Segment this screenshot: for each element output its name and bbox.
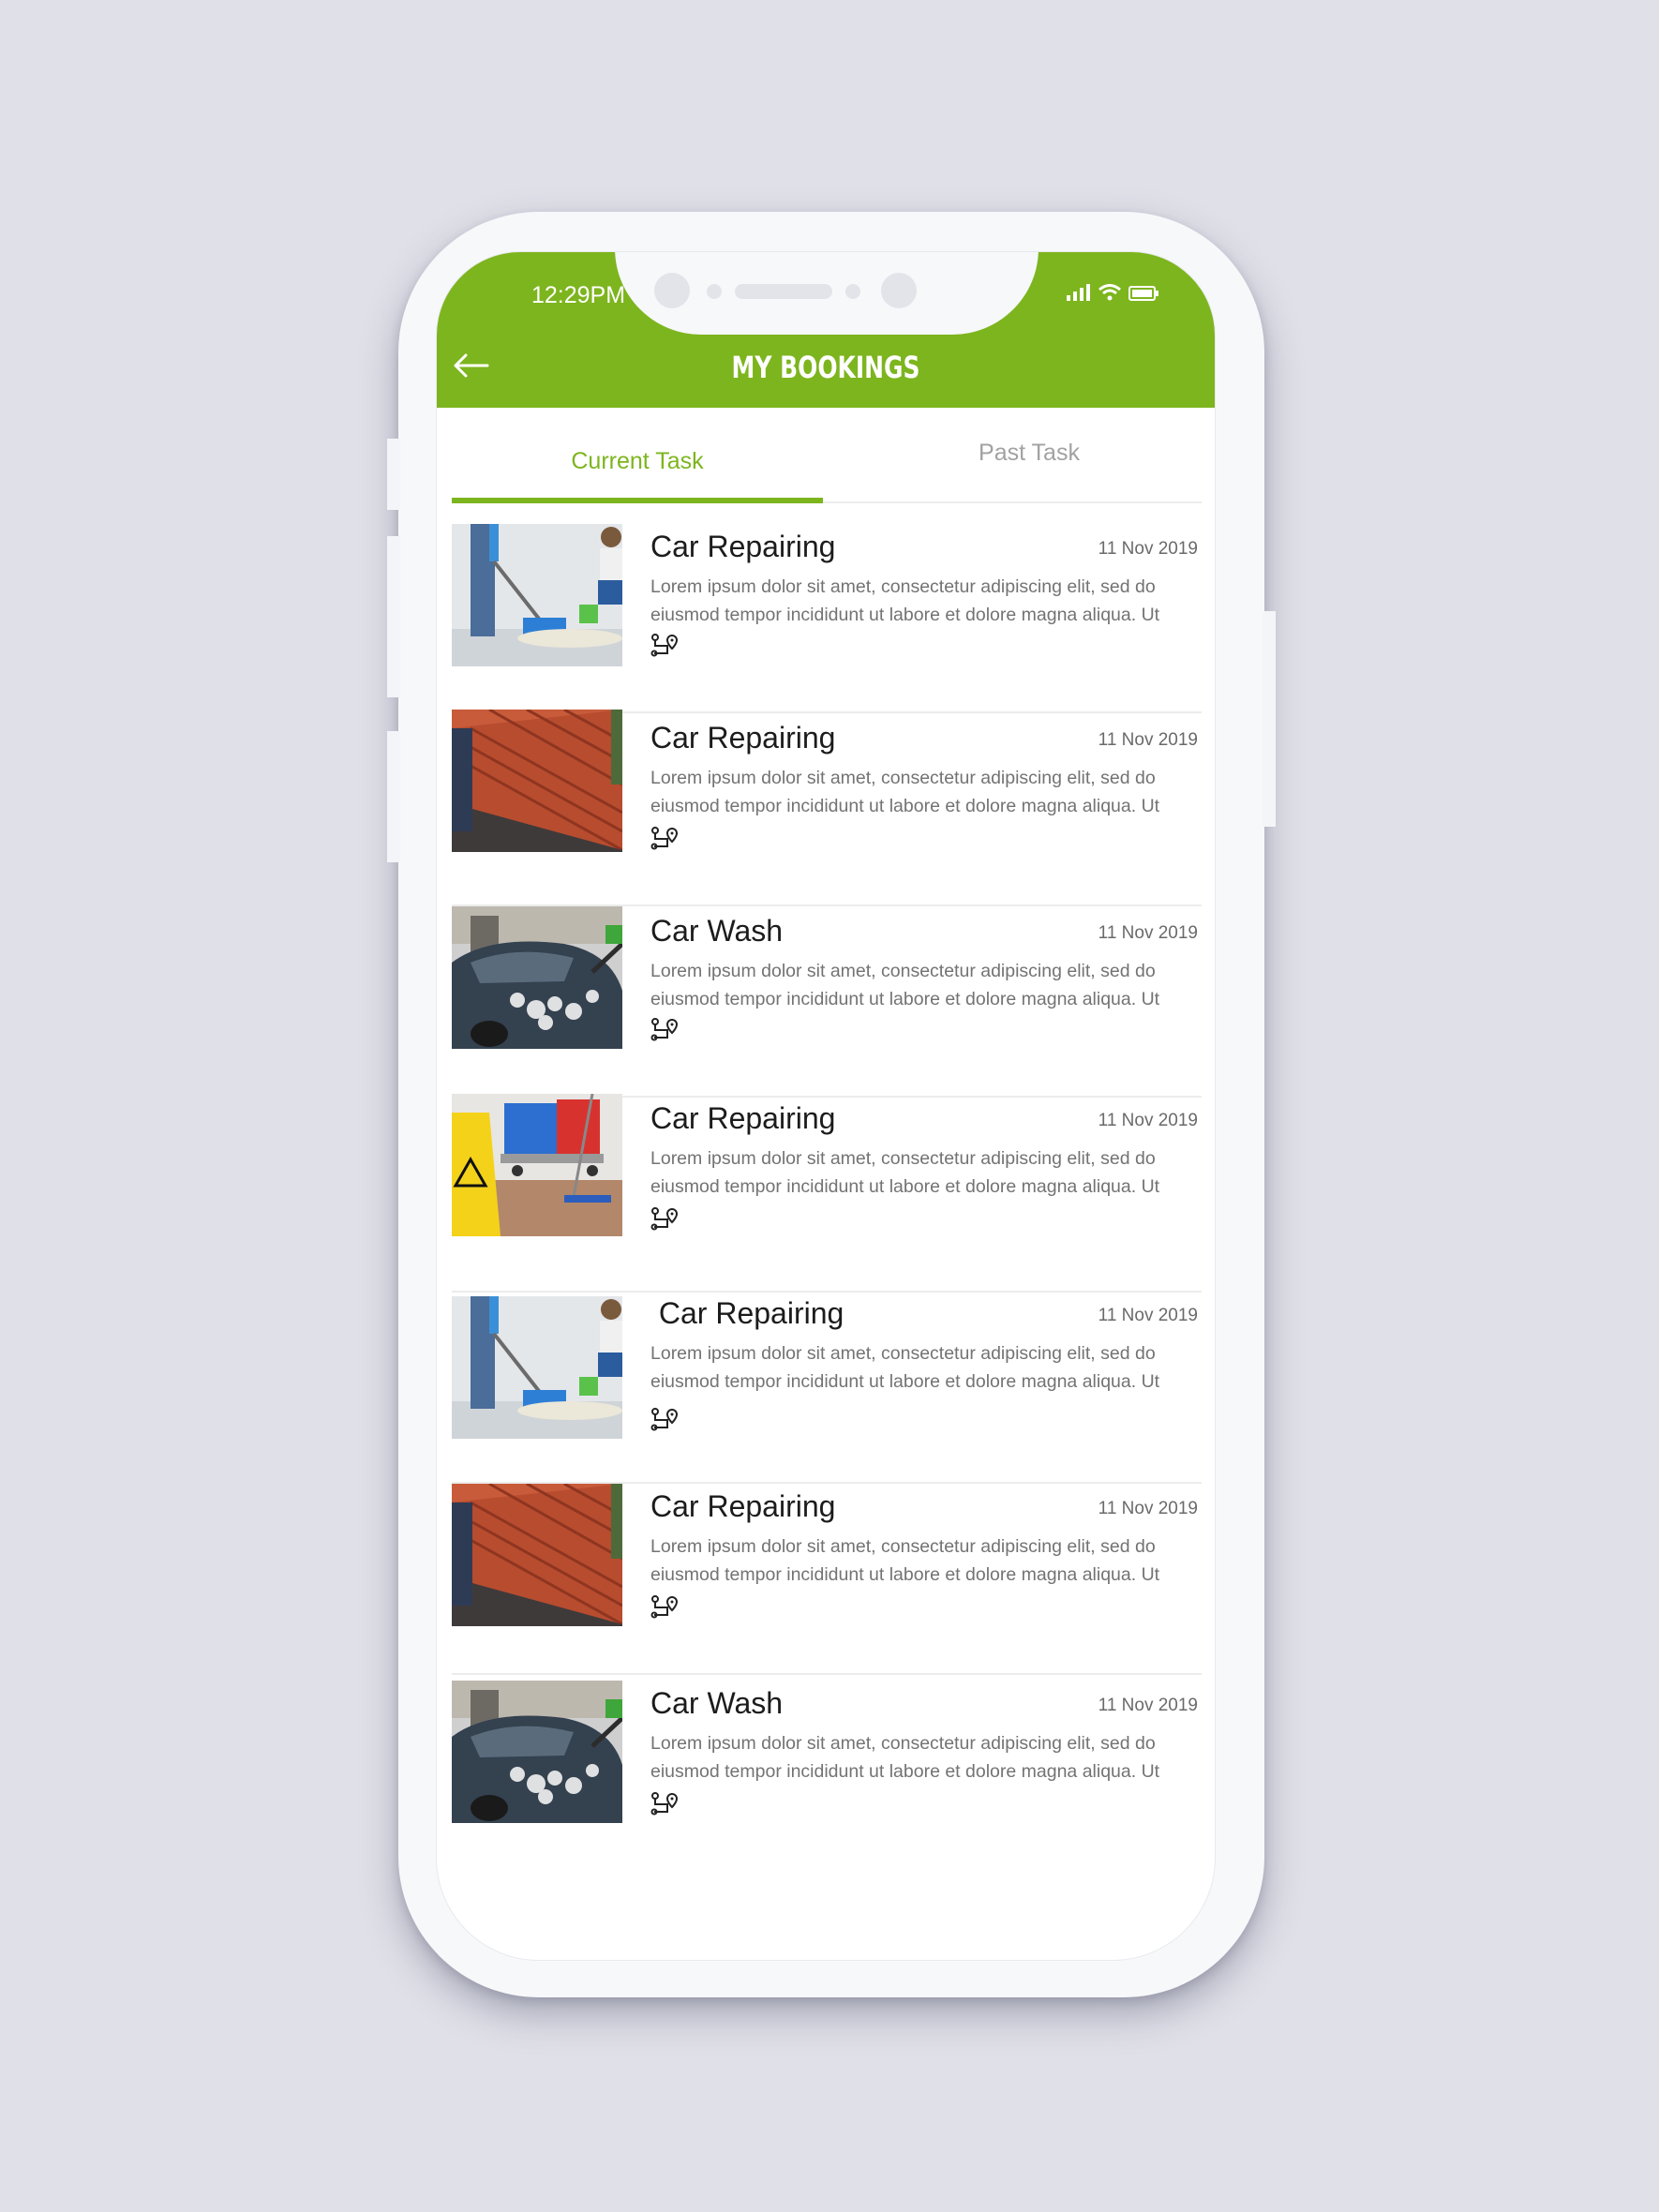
booking-thumbnail — [452, 710, 622, 852]
booking-title: Car Wash — [650, 914, 784, 948]
active-tab-indicator — [452, 498, 823, 503]
route-location-icon[interactable] — [650, 1206, 679, 1233]
description-line-1: Lorem ipsum dolor sit amet, consectetur … — [650, 961, 1156, 981]
sensor-dot-left — [707, 284, 722, 299]
booking-description: Lorem ipsum dolor sit amet, consectetur … — [650, 764, 1203, 820]
booking-thumbnail — [452, 1484, 622, 1626]
description-line-2: eiusmod tempor incididunt ut labore et d… — [650, 1176, 1160, 1197]
speaker-grille — [735, 284, 832, 299]
task-tabs: Current Task Past Task — [452, 408, 1202, 503]
description-line-1: Lorem ipsum dolor sit amet, consectetur … — [650, 576, 1156, 597]
signal-icon — [1067, 284, 1090, 301]
route-location-icon[interactable] — [650, 826, 679, 852]
description-line-1: Lorem ipsum dolor sit amet, consectetur … — [650, 1343, 1156, 1364]
arrow-left-icon[interactable] — [452, 351, 489, 380]
booking-thumbnail — [452, 906, 622, 1049]
booking-date: 11 Nov 2019 — [1098, 923, 1198, 943]
booking-item[interactable]: Car Wash 11 Nov 2019 Lorem ipsum dolor s… — [452, 906, 1202, 1098]
route-location-icon[interactable] — [650, 633, 679, 659]
description-line-2: eiusmod tempor incididunt ut labore et d… — [650, 796, 1160, 816]
app-header: 12:29PM MY BOOKINGS — [437, 252, 1215, 408]
description-line-1: Lorem ipsum dolor sit amet, consectetur … — [650, 1733, 1156, 1754]
side-button-right — [1263, 611, 1276, 827]
side-button-left-1 — [387, 439, 400, 510]
booking-title: Car Repairing — [650, 1296, 844, 1330]
booking-item[interactable]: Car Wash 11 Nov 2019 Lorem ipsum dolor s… — [452, 1675, 1202, 1862]
route-location-icon[interactable] — [650, 1017, 679, 1043]
description-line-2: eiusmod tempor incididunt ut labore et d… — [650, 1761, 1160, 1782]
booking-item[interactable]: Car Repairing 11 Nov 2019 Lorem ipsum do… — [452, 1094, 1203, 1293]
booking-thumbnail — [452, 524, 622, 666]
booking-title: Car Wash — [650, 1686, 784, 1720]
camera-lens-left — [654, 273, 690, 308]
route-location-icon[interactable] — [650, 1407, 679, 1433]
side-button-left-3 — [387, 731, 400, 862]
booking-title: Car Repairing — [650, 721, 836, 755]
booking-thumbnail — [452, 1681, 622, 1823]
tab-current-task-label: Current Task — [571, 448, 704, 474]
booking-description: Lorem ipsum dolor sit amet, consectetur … — [650, 1339, 1203, 1396]
description-line-1: Lorem ipsum dolor sit amet, consectetur … — [650, 768, 1156, 788]
booking-date: 11 Nov 2019 — [1098, 1111, 1198, 1130]
route-location-icon[interactable] — [650, 1594, 679, 1621]
booking-description: Lorem ipsum dolor sit amet, consectetur … — [650, 1144, 1203, 1201]
booking-description: Lorem ipsum dolor sit amet, consectetur … — [650, 957, 1203, 1013]
booking-title: Car Repairing — [650, 530, 836, 563]
booking-item[interactable]: Car Repairing 11 Nov 2019 Lorem ipsum do… — [452, 524, 1202, 713]
route-location-icon[interactable] — [650, 1791, 679, 1817]
camera-notch — [615, 252, 1039, 335]
booking-date: 11 Nov 2019 — [1098, 730, 1198, 750]
status-icons — [1067, 284, 1158, 301]
tab-past-task[interactable]: Past Task — [844, 408, 1215, 501]
booking-date: 11 Nov 2019 — [1098, 539, 1198, 559]
battery-icon — [1128, 286, 1158, 301]
booking-description: Lorem ipsum dolor sit amet, consectetur … — [650, 1729, 1203, 1786]
tab-current-task[interactable]: Current Task — [452, 408, 823, 503]
description-line-2: eiusmod tempor incididunt ut labore et d… — [650, 989, 1160, 1009]
booking-item[interactable]: Car Repairing 11 Nov 2019 Lorem ipsum do… — [452, 1484, 1202, 1675]
wifi-icon — [1099, 284, 1121, 301]
description-line-2: eiusmod tempor incididunt ut labore et d… — [650, 1371, 1160, 1392]
tab-past-task-label: Past Task — [979, 440, 1080, 466]
status-time: 12:29PM — [531, 282, 626, 308]
side-button-left-2 — [387, 536, 400, 697]
booking-date: 11 Nov 2019 — [1098, 1306, 1198, 1325]
app-screen: 12:29PM MY BOOKINGS Current Task Past Ta… — [436, 251, 1216, 1961]
booking-item[interactable]: Car Repairing 11 Nov 2019 Lorem ipsum do… — [452, 710, 1203, 906]
booking-title: Car Repairing — [650, 1101, 836, 1135]
booking-thumbnail — [452, 1094, 622, 1236]
booking-title: Car Repairing — [650, 1489, 836, 1523]
booking-date: 11 Nov 2019 — [1098, 1696, 1198, 1715]
description-line-2: eiusmod tempor incididunt ut labore et d… — [650, 1564, 1160, 1585]
description-line-2: eiusmod tempor incididunt ut labore et d… — [650, 605, 1160, 625]
camera-lens-right — [881, 273, 917, 308]
description-line-1: Lorem ipsum dolor sit amet, consectetur … — [650, 1148, 1156, 1169]
booking-thumbnail — [452, 1296, 622, 1439]
booking-item[interactable]: Car Repairing 11 Nov 2019 Lorem ipsum do… — [452, 1293, 1202, 1484]
description-line-1: Lorem ipsum dolor sit amet, consectetur … — [650, 1536, 1156, 1557]
sensor-dot-right — [845, 284, 860, 299]
page-title: MY BOOKINGS — [731, 350, 920, 385]
booking-date: 11 Nov 2019 — [1098, 1499, 1198, 1518]
booking-description: Lorem ipsum dolor sit amet, consectetur … — [650, 573, 1203, 629]
booking-description: Lorem ipsum dolor sit amet, consectetur … — [650, 1532, 1203, 1589]
